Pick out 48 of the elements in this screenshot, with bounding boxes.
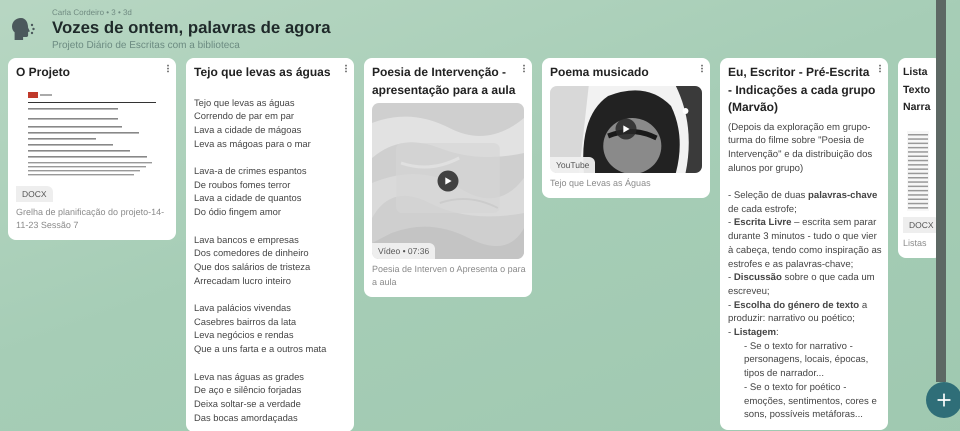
post-title: Poesia de Intervenção - apresentação para a aula [372,64,516,98]
media-source-label: Vídeo • 07:36 [372,243,436,259]
post-title: Eu, Escritor - Pré-Escrita - Indicações a cada grupo (Marvão) [728,64,876,116]
poem-line: Tejo que levas as águas [194,96,296,110]
note-paragraph: - Se o texto for narrativo - personagens, locais, épocas, tipos de narrador... [743,340,870,381]
board-title: Vozes de ontem, palavras de agora [52,18,331,38]
note-paragraph: - Escolha do género de texto a produzir: narrativo ou poético; [728,298,868,326]
play-icon [622,124,630,134]
note-paragraph: - Escrita Livre – escrita sem parar durante 3 minutos - tudo o que vier à cabeça, tendo como inspiração as estrofes e as palavras-chave; [728,216,883,272]
board-meta: Carla Cordeiro • 3 • 3d [52,8,133,16]
note-paragraph: - Listagem: [728,326,780,340]
poem-line: Dos comedores de dinheiro [194,246,310,260]
poem-line: Lava a cidade de quantos [194,191,302,206]
poem-line: Que dos salários de tristeza [194,260,312,274]
post-title: Tejo que levas as águas [194,64,332,81]
poem-line: Lava palácios vivendas [194,301,292,315]
poem-line: Das bocas amordaçadas [194,410,299,424]
attachment-caption: Poesia de Interven o Apresenta o para a aula [372,263,527,289]
poem-line: Leva negócios e rendas [194,328,295,342]
post-title: Lista Texto Narra [903,65,932,115]
attachment-caption: Tejo que Levas as Águas [550,176,652,190]
attachment-caption: Listas [903,236,928,250]
poem-line: Leva as mágoas para o mar [194,136,312,150]
poem-line: Deixa soltar-se a verdade [194,396,302,411]
poem-line: Que a uns farta e a outros mata [194,342,328,356]
poem-line: Do ódio fingem amor [194,205,282,219]
note-paragraph: - Seleção de duas palavras-chave de cada estrofe; [728,189,878,216]
poem-line: De roubos fomes terror [194,178,292,192]
attachment-caption: Grelha de planificação do projeto-14-11-23 Sessão 7 [16,206,166,232]
scrollbar[interactable] [936,0,946,382]
poem-line: Lava-a de crimes espantos [194,164,308,178]
note-paragraph: - Se o texto for poético - emoções, sentimentos, cores e sons, possíveis metáforas... [743,380,878,422]
note-paragraph: - Discussão sobre o que cada um escreveu; [728,271,876,299]
poem-line: De aço e silêncio forjadas [194,383,302,397]
poem-line: Lava bancos e empresas [194,232,300,246]
file-type-label: DOCX [16,186,53,202]
poem-line: Lava a cidade de mágoas [194,122,302,137]
play-icon [444,176,452,186]
poem-line: Casebres bairros da lata [194,314,298,328]
post-title: O Projeto [16,64,72,81]
board-subtitle: Projeto Diário de Escritas com a biblioteca [52,40,241,50]
poem-line: Arrecadam lucro inteiro [194,274,292,288]
note-paragraph: (Depois da exploração em grupo-turma do filme sobre "Poesia de Intervenção" e da distribuição dos alunos por grupo) [728,120,874,176]
add-post-button[interactable] [926,382,960,418]
media-source-label: YouTube [550,156,596,172]
poem-line: Correndo de par em par [194,109,296,123]
poem-line: Leva nas águas as grades [194,370,305,384]
post-title: Poema musicado [550,64,650,81]
